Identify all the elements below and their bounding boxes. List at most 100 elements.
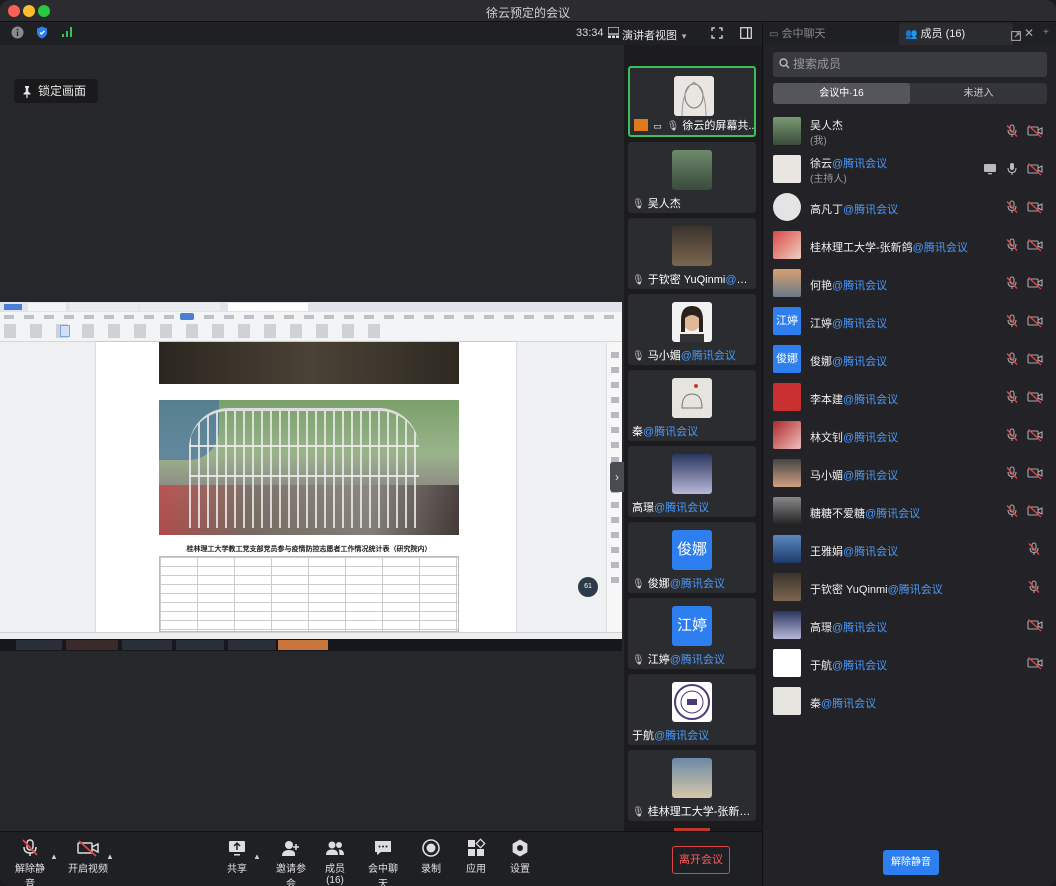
member-row[interactable]: 林文钊@腾讯会议 bbox=[763, 417, 1056, 455]
video-tile[interactable]: ▭ 🎙 徐云的屏幕共... bbox=[628, 66, 756, 137]
member-tag: @腾讯会议 bbox=[832, 318, 888, 330]
camera-off-icon[interactable] bbox=[1027, 428, 1043, 447]
gallery-view-icon[interactable] bbox=[607, 26, 620, 41]
member-name-line: 林文钊@腾讯会议 bbox=[810, 429, 898, 445]
members-button[interactable]: 成员(16) bbox=[318, 838, 352, 886]
search-input[interactable]: 搜索成员 bbox=[773, 52, 1047, 77]
member-name: 马小媚 bbox=[810, 470, 843, 482]
tab-chat[interactable]: ▭ 会中聊天 bbox=[763, 23, 899, 45]
video-tile[interactable]: 🎙 桂林理工大学-张新鸽... bbox=[628, 750, 756, 821]
member-role: (我) bbox=[810, 136, 827, 147]
member-row[interactable]: 于钦密 YuQinmi@腾讯会议 bbox=[763, 569, 1056, 607]
record-button[interactable]: 录制 bbox=[420, 838, 442, 875]
tile-tag: @腾... bbox=[725, 274, 756, 286]
mic-muted-icon[interactable] bbox=[1005, 428, 1019, 447]
tab-in-meeting[interactable]: 会议中·16 bbox=[773, 83, 910, 104]
invite-button[interactable]: 邀请参会 bbox=[272, 838, 310, 886]
shield-icon[interactable] bbox=[36, 26, 48, 42]
audio-options-chevron[interactable]: ▲ bbox=[50, 852, 58, 861]
member-row[interactable]: 糖糖不爱糖@腾讯会议 bbox=[763, 493, 1056, 531]
member-row[interactable]: 俊娜 俊娜@腾讯会议 bbox=[763, 341, 1056, 379]
camera-off-icon[interactable] bbox=[1027, 352, 1043, 371]
mic-muted-icon[interactable] bbox=[1005, 352, 1019, 371]
document-photo-gate bbox=[159, 400, 459, 535]
member-row[interactable]: 吴人杰 (我) bbox=[763, 113, 1056, 151]
avatar bbox=[672, 226, 712, 266]
video-tile[interactable]: 🎙 于钦密 YuQinmi@腾... bbox=[628, 218, 756, 289]
camera-off-icon[interactable] bbox=[1027, 656, 1043, 675]
unmute-button[interactable]: 解除静音 bbox=[12, 838, 48, 886]
mic-muted-icon[interactable] bbox=[1027, 580, 1041, 599]
share-options-chevron[interactable]: ▲ bbox=[253, 852, 261, 861]
leave-meeting-button[interactable]: 离开会议 bbox=[672, 846, 730, 874]
mic-on-icon[interactable] bbox=[1005, 162, 1019, 181]
member-row[interactable]: 何艳@腾讯会议 bbox=[763, 265, 1056, 303]
info-icon[interactable] bbox=[11, 26, 24, 42]
mic-muted-icon[interactable] bbox=[1005, 238, 1019, 257]
mic-muted-icon[interactable] bbox=[1005, 466, 1019, 485]
member-name-line: 于航@腾讯会议 bbox=[810, 657, 887, 673]
chat-button[interactable]: 会中聊天 bbox=[364, 838, 402, 886]
camera-off-icon[interactable] bbox=[1027, 124, 1043, 143]
mic-muted-icon bbox=[22, 839, 38, 856]
mic-muted-icon[interactable] bbox=[1005, 314, 1019, 333]
member-row[interactable]: 李本建@腾讯会议 bbox=[763, 379, 1056, 417]
member-name-line: 马小媚@腾讯会议 bbox=[810, 467, 898, 483]
mic-on-icon: 🎙 bbox=[666, 121, 680, 132]
camera-off-icon[interactable] bbox=[1027, 504, 1043, 523]
settings-button[interactable]: 设置 bbox=[509, 838, 531, 875]
camera-off-icon[interactable] bbox=[1027, 200, 1043, 219]
popout-icon[interactable] bbox=[1011, 28, 1021, 46]
mic-muted-icon[interactable] bbox=[1005, 124, 1019, 143]
video-tile[interactable]: 秦@腾讯会议 bbox=[628, 370, 756, 441]
tile-tag: @腾讯会议 bbox=[654, 730, 710, 742]
signal-strength-icon[interactable] bbox=[61, 26, 73, 41]
video-tile[interactable]: 俊娜 🎙 俊娜@腾讯会议 bbox=[628, 522, 756, 593]
member-row[interactable]: 高璟@腾讯会议 bbox=[763, 607, 1056, 645]
tile-name: 秦 bbox=[632, 426, 643, 438]
camera-off-icon[interactable] bbox=[1027, 314, 1043, 333]
apps-button[interactable]: 应用 bbox=[465, 838, 487, 875]
mic-muted-icon[interactable] bbox=[1005, 504, 1019, 523]
tab-members[interactable]: 👥 成员 (16) bbox=[899, 23, 1013, 45]
camera-off-icon[interactable] bbox=[1027, 276, 1043, 295]
member-filter-segmented: 会议中·16 未进入 bbox=[773, 83, 1047, 104]
share-button[interactable]: 共享 bbox=[225, 838, 249, 875]
lock-view-button[interactable]: 锁定画面 bbox=[14, 79, 99, 103]
mic-muted-icon[interactable] bbox=[1005, 390, 1019, 409]
video-tile[interactable]: 高璟@腾讯会议 bbox=[628, 446, 756, 517]
camera-off-icon[interactable] bbox=[1027, 618, 1043, 637]
mic-muted-icon[interactable] bbox=[1005, 200, 1019, 219]
tile-name: 高璟 bbox=[632, 502, 654, 514]
mic-muted-icon[interactable] bbox=[1005, 276, 1019, 295]
shared-document-page: 桂林理工大学教工党支部党员参与疫情防控志愿者工作情况统计表（研究院内） bbox=[96, 342, 516, 632]
unmute-all-button[interactable]: 解除静音 bbox=[883, 850, 939, 875]
fullscreen-icon[interactable] bbox=[711, 27, 723, 42]
video-tile[interactable]: 🎙 马小媚@腾讯会议 bbox=[628, 294, 756, 365]
start-video-button[interactable]: 开启视频 bbox=[68, 838, 108, 875]
tile-name: 俊娜 bbox=[647, 578, 670, 590]
collapse-gallery-button[interactable]: › bbox=[610, 462, 624, 492]
sidebar-toggle-icon[interactable] bbox=[740, 27, 752, 42]
member-row[interactable]: 王雅娟@腾讯会议 bbox=[763, 531, 1056, 569]
member-row[interactable]: 徐云@腾讯会议 (主持人) bbox=[763, 151, 1056, 189]
camera-off-icon[interactable] bbox=[1027, 162, 1043, 181]
camera-off-icon[interactable] bbox=[1027, 238, 1043, 257]
video-tile[interactable]: 江婷 🎙 江婷@腾讯会议 bbox=[628, 598, 756, 669]
member-row[interactable]: 高凡丁@腾讯会议 bbox=[763, 189, 1056, 227]
member-row[interactable]: 秦@腾讯会议 bbox=[763, 683, 1056, 721]
video-options-chevron[interactable]: ▲ bbox=[106, 852, 114, 861]
member-row[interactable]: 江婷 江婷@腾讯会议 bbox=[763, 303, 1056, 341]
view-mode-dropdown[interactable]: 演讲者视图 ▼ bbox=[622, 27, 688, 43]
camera-off-icon[interactable] bbox=[1027, 466, 1043, 485]
tab-not-joined[interactable]: 未进入 bbox=[910, 83, 1047, 104]
more-icon[interactable]: + bbox=[1043, 27, 1049, 38]
video-tile[interactable]: 🎙 吴人杰 bbox=[628, 142, 756, 213]
mic-muted-icon[interactable] bbox=[1027, 542, 1041, 561]
video-tile[interactable]: 于航@腾讯会议 bbox=[628, 674, 756, 745]
camera-off-icon[interactable] bbox=[1027, 390, 1043, 409]
member-row[interactable]: 于航@腾讯会议 bbox=[763, 645, 1056, 683]
member-row[interactable]: 马小媚@腾讯会议 bbox=[763, 455, 1056, 493]
member-row[interactable]: 桂林理工大学-张新鸽@腾讯会议 bbox=[763, 227, 1056, 265]
close-icon[interactable]: ✕ bbox=[1024, 26, 1034, 40]
